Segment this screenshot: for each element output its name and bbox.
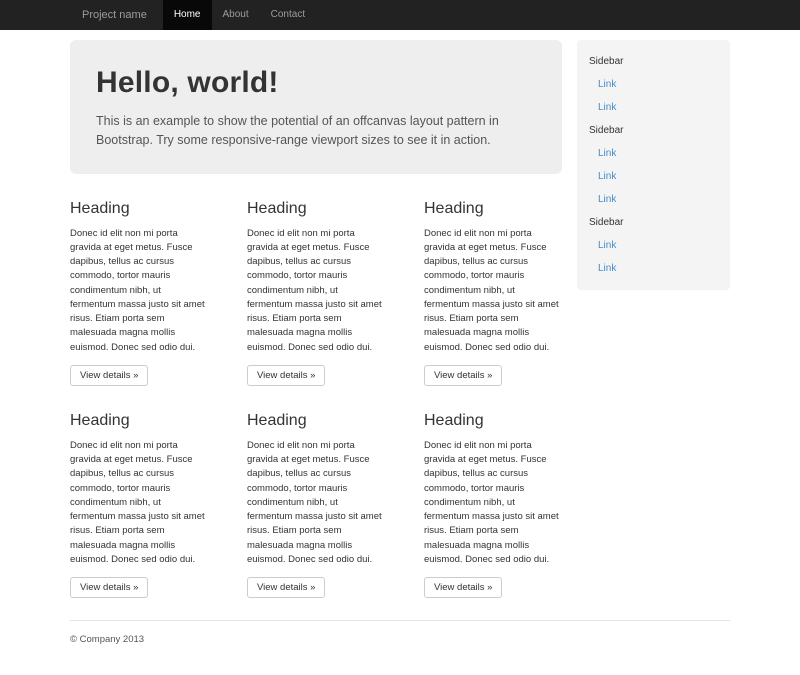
sidebar-group-title: Sidebar (589, 119, 718, 142)
cards-row-2: Heading Donec id elit non mi porta gravi… (70, 406, 562, 598)
card-body-text: Donec id elit non mi porta gravida at eg… (424, 227, 562, 355)
jumbotron: Hello, world! This is an example to show… (70, 40, 562, 174)
copyright-text: © Company 2013 (70, 634, 730, 645)
page-container: Hello, world! This is an example to show… (70, 40, 730, 675)
card-heading: Heading (247, 412, 385, 430)
page-footer: © Company 2013 (70, 620, 730, 675)
content-card: Heading Donec id elit non mi porta gravi… (70, 194, 208, 386)
sidebar-link[interactable]: Link (589, 165, 718, 188)
sidebar-link[interactable]: Link (589, 257, 718, 280)
sidebar-link[interactable]: Link (589, 96, 718, 119)
card-heading: Heading (424, 200, 562, 218)
view-details-button[interactable]: View details » (70, 365, 148, 386)
nav-item-about[interactable]: About (212, 0, 260, 30)
nav-item-home-label[interactable]: Home (163, 0, 212, 30)
sidebar-link[interactable]: Link (589, 142, 718, 165)
view-details-button[interactable]: View details » (424, 577, 502, 598)
sidebar-group-title: Sidebar (589, 211, 718, 234)
card-heading: Heading (247, 200, 385, 218)
sidebar: Sidebar Link Link Sidebar Link Link Link… (577, 40, 730, 290)
jumbotron-description: This is an example to show the potential… (96, 112, 536, 150)
navbar-menu: Home About Contact (163, 0, 316, 30)
view-details-button[interactable]: View details » (70, 577, 148, 598)
card-body-text: Donec id elit non mi porta gravida at eg… (424, 439, 562, 567)
nav-item-about-label[interactable]: About (212, 0, 260, 30)
nav-item-home[interactable]: Home (163, 0, 212, 30)
card-body-text: Donec id elit non mi porta gravida at eg… (70, 227, 208, 355)
sidebar-link[interactable]: Link (589, 234, 718, 257)
brand-link[interactable]: Project name (70, 0, 163, 30)
content-card: Heading Donec id elit non mi porta gravi… (247, 194, 385, 386)
card-heading: Heading (70, 200, 208, 218)
card-body-text: Donec id elit non mi porta gravida at eg… (247, 439, 385, 567)
nav-item-contact[interactable]: Contact (260, 0, 316, 30)
top-navbar: Project name Home About Contact (0, 0, 800, 30)
cards-row-1: Heading Donec id elit non mi porta gravi… (70, 194, 562, 386)
content-card: Heading Donec id elit non mi porta gravi… (424, 194, 562, 386)
card-body-text: Donec id elit non mi porta gravida at eg… (70, 439, 208, 567)
main-content: Hello, world! This is an example to show… (70, 40, 562, 598)
card-heading: Heading (70, 412, 208, 430)
card-body-text: Donec id elit non mi porta gravida at eg… (247, 227, 385, 355)
view-details-button[interactable]: View details » (247, 577, 325, 598)
view-details-button[interactable]: View details » (424, 365, 502, 386)
nav-item-contact-label[interactable]: Contact (260, 0, 316, 30)
content-card: Heading Donec id elit non mi porta gravi… (247, 406, 385, 598)
sidebar-link[interactable]: Link (589, 73, 718, 96)
content-card: Heading Donec id elit non mi porta gravi… (70, 406, 208, 598)
card-heading: Heading (424, 412, 562, 430)
sidebar-link[interactable]: Link (589, 188, 718, 211)
page-title: Hello, world! (96, 66, 536, 100)
sidebar-group-title: Sidebar (589, 50, 718, 73)
view-details-button[interactable]: View details » (247, 365, 325, 386)
content-card: Heading Donec id elit non mi porta gravi… (424, 406, 562, 598)
